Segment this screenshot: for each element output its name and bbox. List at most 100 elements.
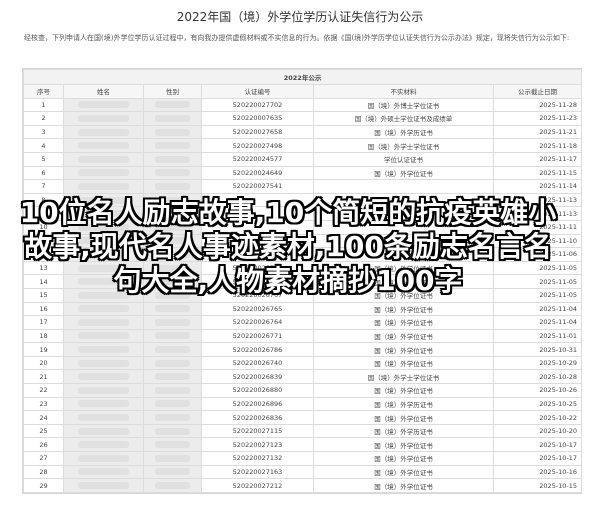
cert-number: 520220027115 (201, 423, 314, 439)
table-row: 16 520220026765 国（境）外学位证书 2025-11-04 (23, 301, 583, 317)
deadline-date: 2025-11-15 (492, 165, 583, 181)
redaction-mark (154, 441, 191, 449)
deadline-date: 2025-10-16 (492, 464, 583, 480)
table-row: 20 520220026740 国（境）外学位证书 2025-10-29 (23, 355, 583, 371)
row-number: 4 (23, 138, 64, 153)
deadline-date: 2025-11-28 (492, 97, 583, 113)
false-material-type: 国（境）外博士学位证书 (313, 97, 494, 113)
row-number: 26 (23, 437, 64, 453)
deadline-date: 2025-10-31 (492, 342, 583, 357)
redaction-mark (77, 169, 130, 177)
false-material-type: 学位认证证书 (313, 151, 494, 167)
table-row: 27 520220027132 国（境）外学位证书 2025-10-17 (23, 451, 583, 466)
cert-number: 520220026786 (201, 342, 314, 357)
redaction-mark (154, 169, 191, 177)
redacted-name-cell (63, 383, 144, 398)
column-header: 性别 (143, 84, 202, 99)
redaction-mark (154, 373, 191, 381)
redacted-gender-cell (143, 423, 202, 439)
redaction-mark (154, 346, 191, 354)
false-material-type: 国（境）外学士学位证书 (313, 138, 494, 153)
cert-number: 520220026765 (201, 301, 314, 317)
redacted-gender-cell (143, 124, 202, 140)
redacted-gender-cell (143, 342, 202, 357)
redacted-name-cell (63, 423, 144, 439)
false-material-type: 国（境）外学位证书 (313, 383, 494, 398)
cert-number: 520220027212 (201, 478, 314, 493)
deadline-date: 2025-10-26 (492, 383, 583, 398)
redacted-name-cell (63, 437, 144, 453)
redaction-mark (77, 155, 130, 163)
false-material-type: 国（境）外学位证书 (313, 451, 494, 466)
redacted-name-cell (63, 464, 144, 480)
table-row: 19 520220026786 国（境）外学位证书 2025-10-31 (23, 342, 583, 357)
cert-number: 520220027541 (201, 179, 314, 194)
deadline-date: 2025-10-29 (492, 355, 583, 371)
row-number: 21 (23, 369, 64, 385)
redaction-mark (154, 155, 191, 163)
row-number: 22 (23, 383, 64, 398)
redacted-name-cell (63, 478, 144, 493)
cert-number: 520220024577 (201, 151, 314, 167)
table-row: 7 520220027541 2025-11-14 (23, 179, 583, 194)
table-row: 24 520220026836 国（境）外学位证书 2025-10-22 (23, 410, 583, 425)
row-number: 17 (23, 315, 64, 330)
cert-number: 520220026836 (201, 410, 314, 425)
cert-number: 520220026839 (201, 369, 314, 385)
redaction-mark (77, 386, 130, 394)
intro-paragraph: 经核查，下列申请人在国(境)外学位学历认证过程中，有向我办提供虚假材料或不实信息… (24, 34, 570, 42)
cert-number: 520220024649 (201, 165, 314, 181)
redacted-gender-cell (143, 383, 202, 398)
row-number: 6 (23, 165, 64, 181)
redacted-gender-cell (143, 451, 202, 466)
redaction-mark (77, 332, 130, 340)
redacted-name-cell (63, 410, 144, 425)
row-number: 18 (23, 328, 64, 344)
cert-number: 520220026896 (201, 396, 314, 412)
table-row: 25 520220027115 国（境）外学历证书 2025-10-20 (23, 423, 583, 439)
redacted-name-cell (63, 138, 144, 153)
page-title: 2022年国（境）外学位学历认证失信行为公示 (176, 10, 424, 24)
false-material-type: 国（境）外硕士学位证书及成绩单 (313, 111, 494, 126)
table-row: 22 520220026880 国（境）外学位证书 2025-10-26 (23, 383, 583, 398)
table-row: 21 520220026839 国（境）外学士学位证书 2025-10-28 (23, 369, 583, 385)
redaction-mark (154, 142, 191, 150)
cert-number: 520220026880 (201, 383, 314, 398)
deadline-date: 2025-10-17 (492, 437, 583, 453)
redaction-mark (154, 454, 191, 462)
row-number: 25 (23, 423, 64, 439)
cert-number: 520220027132 (201, 451, 314, 466)
table-row: 1 520220027702 国（境）外博士学位证书 2025-11-28 (23, 97, 583, 113)
deadline-date: 2025-11-14 (492, 179, 583, 194)
redacted-name-cell (63, 342, 144, 357)
redacted-gender-cell (143, 151, 202, 167)
table-row: 3 520220027658 国（境）外学历证书 2025-11-21 (23, 124, 583, 140)
false-material-type: 国（境）外学位证书 (313, 410, 494, 425)
false-material-type: 国（境）外学位证书 (313, 355, 494, 371)
redaction-mark (77, 305, 130, 313)
redaction-mark (154, 332, 191, 340)
false-material-type (313, 179, 494, 194)
row-number: 2 (23, 111, 64, 126)
false-material-type: 国（境）外学位证书 (313, 165, 494, 181)
redaction-mark (77, 373, 130, 381)
row-number: 7 (23, 179, 64, 194)
deadline-date: 2025-11-04 (492, 301, 583, 317)
column-header: 认证编号 (201, 84, 314, 99)
redaction-mark (77, 441, 130, 449)
redacted-name-cell (63, 165, 144, 181)
false-material-type: 国（境）外学位证书 (313, 328, 494, 344)
redacted-name-cell (63, 451, 144, 466)
redacted-name-cell (63, 111, 144, 126)
redacted-gender-cell (143, 179, 202, 194)
deadline-date: 2025-11-21 (492, 124, 583, 140)
deadline-date: 2025-11-04 (492, 315, 583, 330)
redacted-gender-cell (143, 328, 202, 344)
table-row: 5 520220024577 学位认证证书 2025-11-17 (23, 151, 583, 167)
redaction-mark (154, 305, 191, 313)
redaction-mark (77, 427, 130, 435)
table-header-row: 序号 姓名 性别 认证编号 不实材料 公示截止日期 (23, 84, 583, 99)
redacted-name-cell (63, 301, 144, 317)
row-number: 28 (23, 464, 64, 480)
deadline-date: 2025-10-17 (492, 451, 583, 466)
